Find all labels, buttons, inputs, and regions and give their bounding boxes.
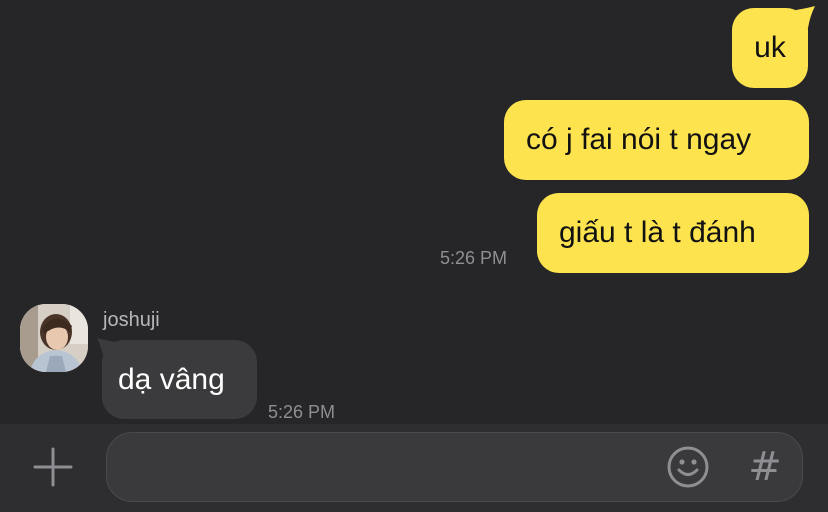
outgoing-message-bubble[interactable]: có j fai nói t ngay <box>504 100 809 180</box>
outgoing-message-bubble[interactable]: giấu t là t đánh <box>537 193 809 273</box>
message-timestamp: 5:26 PM <box>440 248 508 268</box>
plus-icon[interactable] <box>33 447 73 487</box>
avatar-photo <box>20 304 88 372</box>
chat-area: uk có j fai nói t ngay giấu t là t đánh … <box>0 0 828 424</box>
message-timestamp: 5:26 PM <box>268 402 336 422</box>
message-text: dạ vâng <box>118 362 225 396</box>
sender-name: joshuji <box>103 309 160 331</box>
message-text: có j fai nói t ngay <box>526 123 752 156</box>
message-text: giấu t là t đánh <box>559 216 756 249</box>
emoji-icon[interactable] <box>667 446 709 488</box>
avatar[interactable] <box>20 304 88 372</box>
message-text: uk <box>754 31 786 64</box>
incoming-message-bubble[interactable]: dạ vâng <box>102 340 257 419</box>
bubble-tail <box>796 6 815 28</box>
hashtag-icon[interactable]: # <box>745 446 785 488</box>
